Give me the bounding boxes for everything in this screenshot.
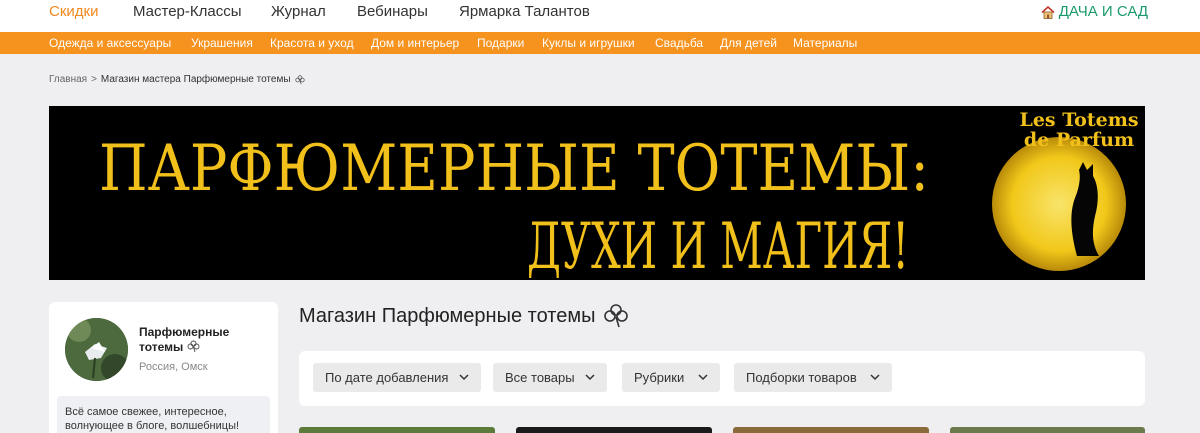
category-link-kids[interactable]: Для детей xyxy=(720,36,777,50)
collections-dropdown[interactable]: Подборки товаров xyxy=(734,363,892,392)
avatar[interactable] xyxy=(65,318,128,381)
nav-link-discounts[interactable]: Скидки xyxy=(49,3,98,21)
shamrock-icon xyxy=(294,75,305,85)
breadcrumb-separator: > xyxy=(91,74,97,85)
seller-name[interactable]: Парфюмерные тотемы xyxy=(139,325,259,355)
sort-dropdown[interactable]: По дате добавления xyxy=(313,363,481,392)
page-title-text: Магазин Парфюмерные тотемы xyxy=(299,305,596,327)
products-filter-label: Все товары xyxy=(505,370,575,385)
chevron-down-icon xyxy=(698,374,708,381)
banner-headline-line2: ДУХИ И МАГИЯ! xyxy=(527,210,909,280)
seller-name-text: Парфюмерные тотемы xyxy=(139,325,230,354)
seller-profile-card: Парфюмерные тотемы Россия, Омск Всё само… xyxy=(49,302,278,433)
banner-headline-line1: ПАРФЮМЕРНЫЕ ТОТЕМЫ: xyxy=(99,132,929,206)
nav-link-dacha[interactable]: ДАЧА И САД xyxy=(1041,3,1148,21)
seller-bio: Всё самое свежее, интересное, волнующее … xyxy=(57,396,270,433)
category-link-gifts[interactable]: Подарки xyxy=(477,36,524,50)
chevron-down-icon xyxy=(585,374,595,381)
product-thumbnail[interactable] xyxy=(516,427,712,433)
page-title: Магазин Парфюмерные тотемы xyxy=(299,303,629,329)
nav-link-dacha-label: ДАЧА И САД xyxy=(1058,3,1148,20)
category-link-home[interactable]: Дом и интерьер xyxy=(371,36,459,50)
breadcrumb-home-link[interactable]: Главная xyxy=(49,74,87,86)
category-link-materials[interactable]: Материалы xyxy=(793,36,857,50)
seller-location: Россия, Омск xyxy=(139,361,208,373)
category-link-clothing[interactable]: Одежда и аксессуары xyxy=(49,36,171,50)
nav-link-journal[interactable]: Журнал xyxy=(271,3,326,21)
house-icon xyxy=(1041,5,1055,19)
shop-banner: ПАРФЮМЕРНЫЕ ТОТЕМЫ: ДУХИ И МАГИЯ! Les To… xyxy=(49,106,1145,280)
chevron-down-icon xyxy=(459,374,469,381)
category-link-wedding[interactable]: Свадьба xyxy=(655,36,703,50)
chevron-down-icon xyxy=(870,374,880,381)
category-link-jewelry[interactable]: Украшения xyxy=(191,36,253,50)
category-bar: Одежда и аксессуары Украшения Красота и … xyxy=(0,32,1200,54)
category-link-beauty[interactable]: Красота и уход xyxy=(270,36,354,50)
moon-illustration xyxy=(992,137,1126,271)
top-navigation: Скидки Мастер-Классы Журнал Вебинары Ярм… xyxy=(0,0,1200,32)
shamrock-icon xyxy=(604,304,629,328)
nav-link-master-classes[interactable]: Мастер-Классы xyxy=(133,3,242,21)
collections-dropdown-label: Подборки товаров xyxy=(746,370,857,385)
logo-text-line1: Les Totems xyxy=(1019,109,1138,131)
nav-link-talent-fair[interactable]: Ярмарка Талантов xyxy=(459,3,590,21)
rubrics-dropdown-label: Рубрики xyxy=(634,370,685,385)
breadcrumb-current: Магазин мастера Парфюмерные тотемы xyxy=(100,74,291,85)
shamrock-icon xyxy=(187,340,200,353)
product-thumbnail[interactable] xyxy=(299,427,495,433)
rubrics-dropdown[interactable]: Рубрики xyxy=(622,363,720,392)
logo-text-line2: de Parfum xyxy=(1024,129,1134,151)
filter-panel: По дате добавления Все товары Рубрики По… xyxy=(299,351,1145,406)
breadcrumb: Главная > Магазин мастера Парфюмерные то… xyxy=(49,74,305,86)
nav-link-webinars[interactable]: Вебинары xyxy=(357,3,428,21)
product-thumbnail[interactable] xyxy=(950,427,1145,433)
products-filter-dropdown[interactable]: Все товары xyxy=(493,363,607,392)
product-thumbnail[interactable] xyxy=(733,427,929,433)
category-link-dolls[interactable]: Куклы и игрушки xyxy=(542,36,635,50)
sort-dropdown-label: По дате добавления xyxy=(325,370,449,385)
